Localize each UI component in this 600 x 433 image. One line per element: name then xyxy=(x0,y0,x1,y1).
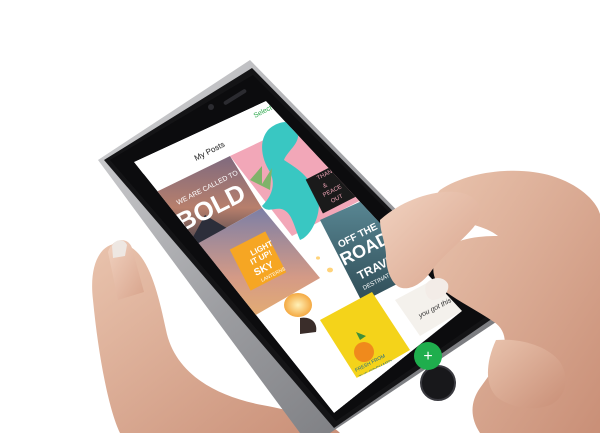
lantern-icon xyxy=(284,293,312,317)
phone-photo-scene: WE ARE CALLED TO BE BOLD THANK & PEACE O… xyxy=(92,60,600,433)
add-post-button[interactable]: + xyxy=(414,342,442,370)
home-button[interactable] xyxy=(420,365,456,401)
front-camera-icon xyxy=(208,104,214,110)
add-icon: + xyxy=(423,348,432,365)
left-thumb-nail-icon xyxy=(112,240,127,258)
